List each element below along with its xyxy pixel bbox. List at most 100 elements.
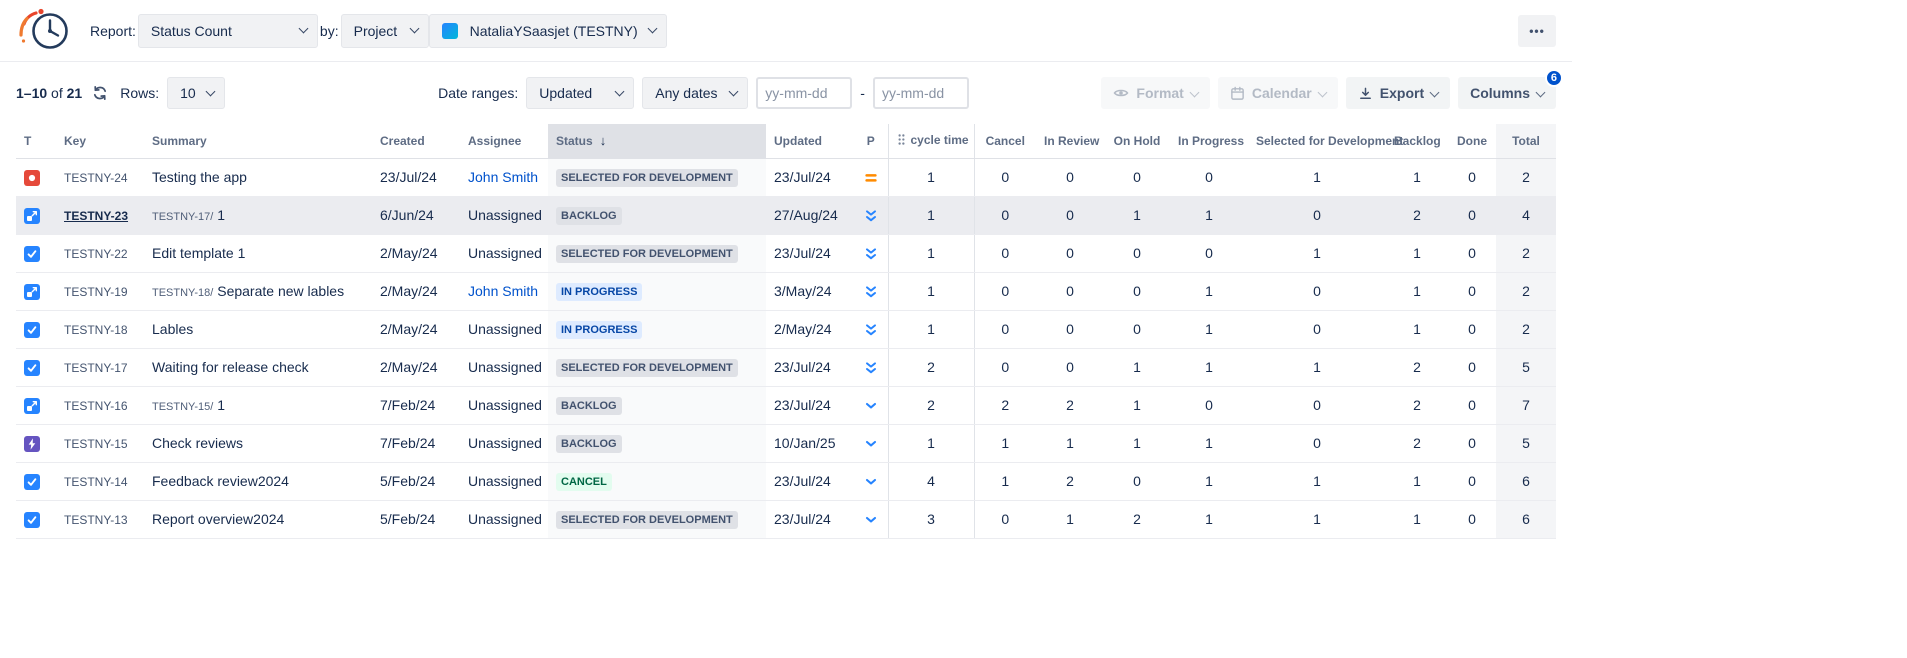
cell-in_progress: 0 <box>1170 386 1248 424</box>
cell-assignee: Unassigned <box>460 234 548 272</box>
cell-cancel: 0 <box>974 158 1036 196</box>
count-value: 1 <box>1413 245 1421 261</box>
status-badge: BACKLOG <box>556 207 622 225</box>
count-value: 1 <box>1313 511 1321 527</box>
cell-selected: 0 <box>1248 424 1386 462</box>
report-type-select[interactable]: Status Count <box>138 14 318 48</box>
cell-updated: 23/Jul/24 <box>766 348 854 386</box>
cell-total: 2 <box>1496 158 1556 196</box>
cell-in_review: 2 <box>1036 386 1104 424</box>
cell-cycle: 2 <box>888 386 974 424</box>
columns-button-wrap: Columns 6 <box>1458 77 1556 109</box>
table-row: TESTNY-13Report overview20245/Feb/24Unas… <box>16 500 1556 538</box>
issue-key-link[interactable]: TESTNY-19 <box>64 285 128 299</box>
date-to-input[interactable] <box>873 77 969 109</box>
issue-key-link[interactable]: TESTNY-15 <box>64 437 128 451</box>
cell-type <box>16 424 56 462</box>
lowest-priority-icon <box>863 360 879 376</box>
count-value: 0 <box>1066 283 1074 299</box>
column-header-status[interactable]: Status↓ <box>548 124 766 158</box>
column-header-priority[interactable]: P <box>854 124 888 158</box>
column-header-cancel[interactable]: Cancel <box>974 124 1036 158</box>
issue-key-link[interactable]: TESTNY-16 <box>64 399 128 413</box>
project-select[interactable]: NataliaYSaasjet (TESTNY) <box>429 14 667 48</box>
export-button[interactable]: Export <box>1346 77 1450 109</box>
column-header-in_progress[interactable]: In Progress <box>1170 124 1248 158</box>
cell-key: TESTNY-24 <box>56 158 144 196</box>
issue-key-link[interactable]: TESTNY-14 <box>64 475 128 489</box>
cell-status: BACKLOG <box>548 386 766 424</box>
cell-total: 2 <box>1496 234 1556 272</box>
columns-button[interactable]: Columns <box>1458 77 1556 109</box>
format-button[interactable]: Format <box>1101 77 1209 109</box>
cell-priority <box>854 424 888 462</box>
column-header-assignee[interactable]: Assignee <box>460 124 548 158</box>
issue-summary: Feedback review2024 <box>152 473 289 489</box>
cell-created: 2/May/24 <box>372 234 460 272</box>
cell-summary: Testing the app <box>144 158 372 196</box>
column-header-cycle[interactable]: cycle time <box>888 124 974 158</box>
cell-in_progress: 0 <box>1170 234 1248 272</box>
column-header-label: Status <box>556 134 593 148</box>
issue-key-link[interactable]: TESTNY-23 <box>64 209 128 223</box>
count-value: 1 <box>1313 169 1321 185</box>
cell-cancel: 2 <box>974 386 1036 424</box>
refresh-button[interactable] <box>90 83 110 103</box>
updated-date: 23/Jul/24 <box>774 511 831 527</box>
count-value: 2 <box>1133 511 1141 527</box>
count-value: 0 <box>1468 245 1476 261</box>
column-header-selected[interactable]: Selected for Development <box>1248 124 1386 158</box>
cell-key: TESTNY-13 <box>56 500 144 538</box>
count-value: 0 <box>1468 169 1476 185</box>
cell-updated: 27/Aug/24 <box>766 196 854 234</box>
task-type-icon <box>24 474 40 490</box>
date-preset-select[interactable]: Any dates <box>642 77 748 109</box>
date-preset-value: Any dates <box>655 85 722 101</box>
column-header-key[interactable]: Key <box>56 124 144 158</box>
issue-key-link[interactable]: TESTNY-13 <box>64 513 128 527</box>
column-header-done[interactable]: Done <box>1448 124 1496 158</box>
more-actions-button[interactable]: ••• <box>1518 15 1556 47</box>
count-value: 1 <box>1413 473 1421 489</box>
assignee-link[interactable]: John Smith <box>468 283 538 299</box>
cell-on_hold: 0 <box>1104 272 1170 310</box>
issue-key-link[interactable]: TESTNY-17 <box>64 361 128 375</box>
issue-summary: Check reviews <box>152 435 243 451</box>
updated-date: 27/Aug/24 <box>774 207 838 223</box>
count-value: 1 <box>1413 169 1421 185</box>
column-header-summary[interactable]: Summary <box>144 124 372 158</box>
created-date: 2/May/24 <box>380 245 438 261</box>
count-value: 0 <box>1313 397 1321 413</box>
cell-done: 0 <box>1448 462 1496 500</box>
count-value: 0 <box>1205 245 1213 261</box>
issue-key-link[interactable]: TESTNY-22 <box>64 247 128 261</box>
cell-key: TESTNY-18 <box>56 310 144 348</box>
column-header-label: P <box>867 134 875 148</box>
cell-assignee: Unassigned <box>460 196 548 234</box>
group-by-select[interactable]: Project <box>341 14 429 48</box>
count-value: 3 <box>927 511 935 527</box>
count-value: 0 <box>1066 359 1074 375</box>
issue-key-link[interactable]: TESTNY-18 <box>64 323 128 337</box>
count-value: 0 <box>1066 207 1074 223</box>
calendar-button[interactable]: Calendar <box>1218 77 1338 109</box>
column-header-updated[interactable]: Updated <box>766 124 854 158</box>
cell-updated: 23/Jul/24 <box>766 234 854 272</box>
issue-key-link[interactable]: TESTNY-24 <box>64 171 128 185</box>
rows-per-page-select[interactable]: 10 <box>167 77 225 109</box>
assignee-link[interactable]: John Smith <box>468 169 538 185</box>
date-from-input[interactable] <box>756 77 852 109</box>
column-header-created[interactable]: Created <box>372 124 460 158</box>
date-field-select[interactable]: Updated <box>526 77 634 109</box>
lowest-priority-icon <box>863 284 879 300</box>
columns-count-badge: 6 <box>1545 69 1563 87</box>
column-header-backlog[interactable]: Backlog <box>1386 124 1448 158</box>
column-header-total[interactable]: Total <box>1496 124 1556 158</box>
cell-cancel: 1 <box>974 462 1036 500</box>
column-header-in_review[interactable]: In Review <box>1036 124 1104 158</box>
column-header-type[interactable]: T <box>16 124 56 158</box>
column-header-on_hold[interactable]: On Hold <box>1104 124 1170 158</box>
cell-done: 0 <box>1448 386 1496 424</box>
count-value: 0 <box>1205 169 1213 185</box>
subtask-type-icon <box>24 398 40 414</box>
